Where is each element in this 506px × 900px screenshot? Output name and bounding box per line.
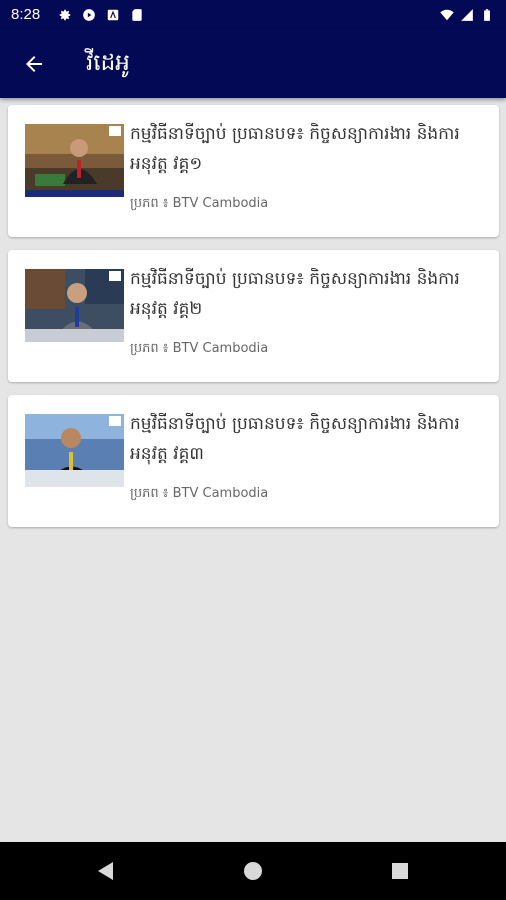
video-source: ប្រភព ៖ BTV Cambodia bbox=[130, 196, 269, 211]
status-time: 8:28 bbox=[11, 6, 41, 23]
app-icon bbox=[107, 9, 119, 21]
back-button[interactable] bbox=[18, 48, 50, 80]
back-triangle-icon[interactable] bbox=[94, 859, 118, 883]
video-source: ប្រភព ៖ BTV Cambodia bbox=[130, 486, 269, 501]
video-source: ប្រភព ៖ BTV Cambodia bbox=[130, 341, 269, 356]
navigation-bar bbox=[0, 842, 506, 900]
sd-card-icon bbox=[132, 9, 142, 21]
video-thumbnail bbox=[25, 124, 124, 197]
status-bar: 8:28 bbox=[0, 0, 506, 30]
video-card[interactable]: កម្មវិធីនាទីច្បាប់ ប្រធានបទ៖ កិច្ចសន្យាក… bbox=[8, 395, 499, 527]
app-bar: វីដេអូ bbox=[0, 30, 506, 98]
video-title: កម្មវិធីនាទីច្បាប់ ប្រធានបទ៖ កិច្ចសន្យាក… bbox=[130, 269, 460, 319]
wifi-icon bbox=[440, 9, 454, 21]
page-title: វីដេអូ bbox=[86, 50, 130, 76]
status-system-icons bbox=[440, 8, 494, 22]
video-list: កម្មវិធីនាទីច្បាប់ ប្រធានបទ៖ កិច្ចសន្យាក… bbox=[8, 105, 499, 540]
video-thumbnail bbox=[25, 414, 124, 487]
signal-icon bbox=[461, 9, 473, 21]
battery-icon bbox=[484, 9, 490, 21]
home-circle-icon[interactable] bbox=[241, 859, 265, 883]
arrow-left-icon bbox=[26, 56, 42, 72]
video-title: កម្មវិធីនាទីច្បាប់ ប្រធានបទ៖ កិច្ចសន្យាក… bbox=[130, 414, 460, 464]
settings-icon bbox=[59, 9, 71, 21]
video-title: កម្មវិធីនាទីច្បាប់ ប្រធានបទ៖ កិច្ចសន្យាក… bbox=[130, 124, 460, 174]
play-store-icon bbox=[83, 9, 95, 21]
video-card[interactable]: កម្មវិធីនាទីច្បាប់ ប្រធានបទ៖ កិច្ចសន្យាក… bbox=[8, 250, 499, 382]
status-notification-icons bbox=[58, 8, 144, 22]
video-thumbnail bbox=[25, 269, 124, 342]
video-card[interactable]: កម្មវិធីនាទីច្បាប់ ប្រធានបទ៖ កិច្ចសន្យាក… bbox=[8, 105, 499, 237]
recents-square-icon[interactable] bbox=[388, 859, 412, 883]
